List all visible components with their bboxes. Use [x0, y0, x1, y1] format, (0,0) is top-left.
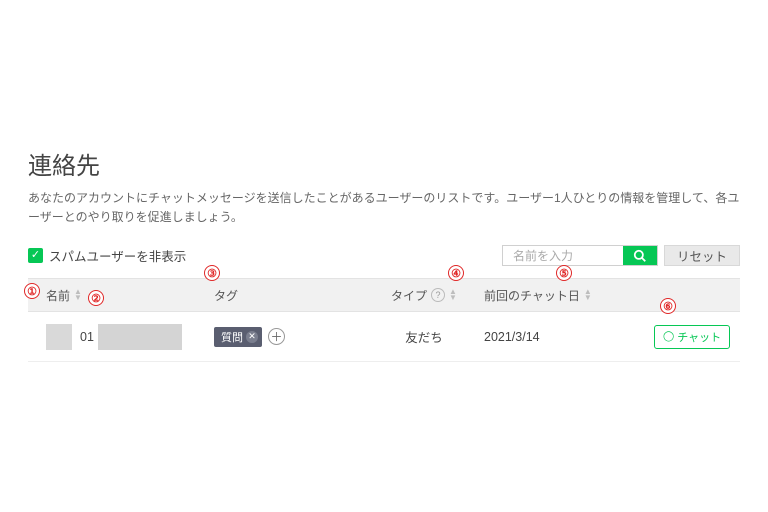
- table-header: 名前 ▲▼ タグ タイプ ? ▲▼ 前回のチャット日 ▲▼: [28, 278, 740, 312]
- column-header-name[interactable]: 名前 ▲▼: [28, 287, 214, 304]
- add-tag-button[interactable]: ＋: [268, 328, 285, 345]
- sort-icon: ▲▼: [449, 289, 457, 301]
- callout-4: ④: [448, 265, 464, 281]
- row-name-text: 01: [80, 330, 94, 344]
- name-masked: [98, 324, 182, 350]
- callout-2: ②: [88, 290, 104, 306]
- column-header-type[interactable]: タイプ ? ▲▼: [364, 287, 484, 304]
- reset-button[interactable]: リセット: [664, 245, 740, 266]
- avatar: [46, 324, 72, 350]
- row-last-chat-date: 2021/3/14: [484, 330, 654, 344]
- row-type: 友だち: [364, 327, 484, 346]
- checkbox-checked-icon: ✓: [28, 248, 43, 263]
- callout-6: ⑥: [660, 298, 676, 314]
- column-header-tag[interactable]: タグ: [214, 287, 364, 304]
- page-description: あなたのアカウントにチャットメッセージを送信したことがあるユーザーのリストです。…: [28, 189, 740, 227]
- remove-tag-icon[interactable]: ✕: [246, 331, 258, 343]
- chat-button-label: チャット: [677, 329, 721, 345]
- chat-button[interactable]: ◯ チャット: [654, 325, 730, 349]
- column-header-type-label: タイプ: [391, 287, 427, 304]
- hide-spam-label: スパムユーザーを非表示: [49, 246, 186, 265]
- sort-icon: ▲▼: [74, 289, 82, 301]
- callout-1: ①: [24, 283, 40, 299]
- search-icon: [633, 249, 647, 263]
- sort-icon: ▲▼: [584, 289, 592, 301]
- column-header-date-label: 前回のチャット日: [484, 287, 580, 304]
- column-header-name-label: 名前: [46, 287, 70, 304]
- help-icon[interactable]: ?: [431, 288, 445, 302]
- search-button[interactable]: [623, 246, 657, 265]
- callout-5: ⑤: [556, 265, 572, 281]
- column-header-date[interactable]: 前回のチャット日 ▲▼: [484, 287, 654, 304]
- callout-3: ③: [204, 265, 220, 281]
- tag-chip-label: 質問: [221, 329, 243, 345]
- tag-chip[interactable]: 質問 ✕: [214, 327, 262, 347]
- column-header-tag-label: タグ: [214, 287, 238, 304]
- page-title: 連絡先: [28, 146, 740, 181]
- chat-icon: ◯: [663, 331, 674, 342]
- hide-spam-toggle[interactable]: ✓ スパムユーザーを非表示: [28, 246, 186, 265]
- table-row[interactable]: 01 質問 ✕ ＋ 友だち 2021/3/14 ◯ チャット: [28, 312, 740, 362]
- search-input[interactable]: [503, 246, 623, 265]
